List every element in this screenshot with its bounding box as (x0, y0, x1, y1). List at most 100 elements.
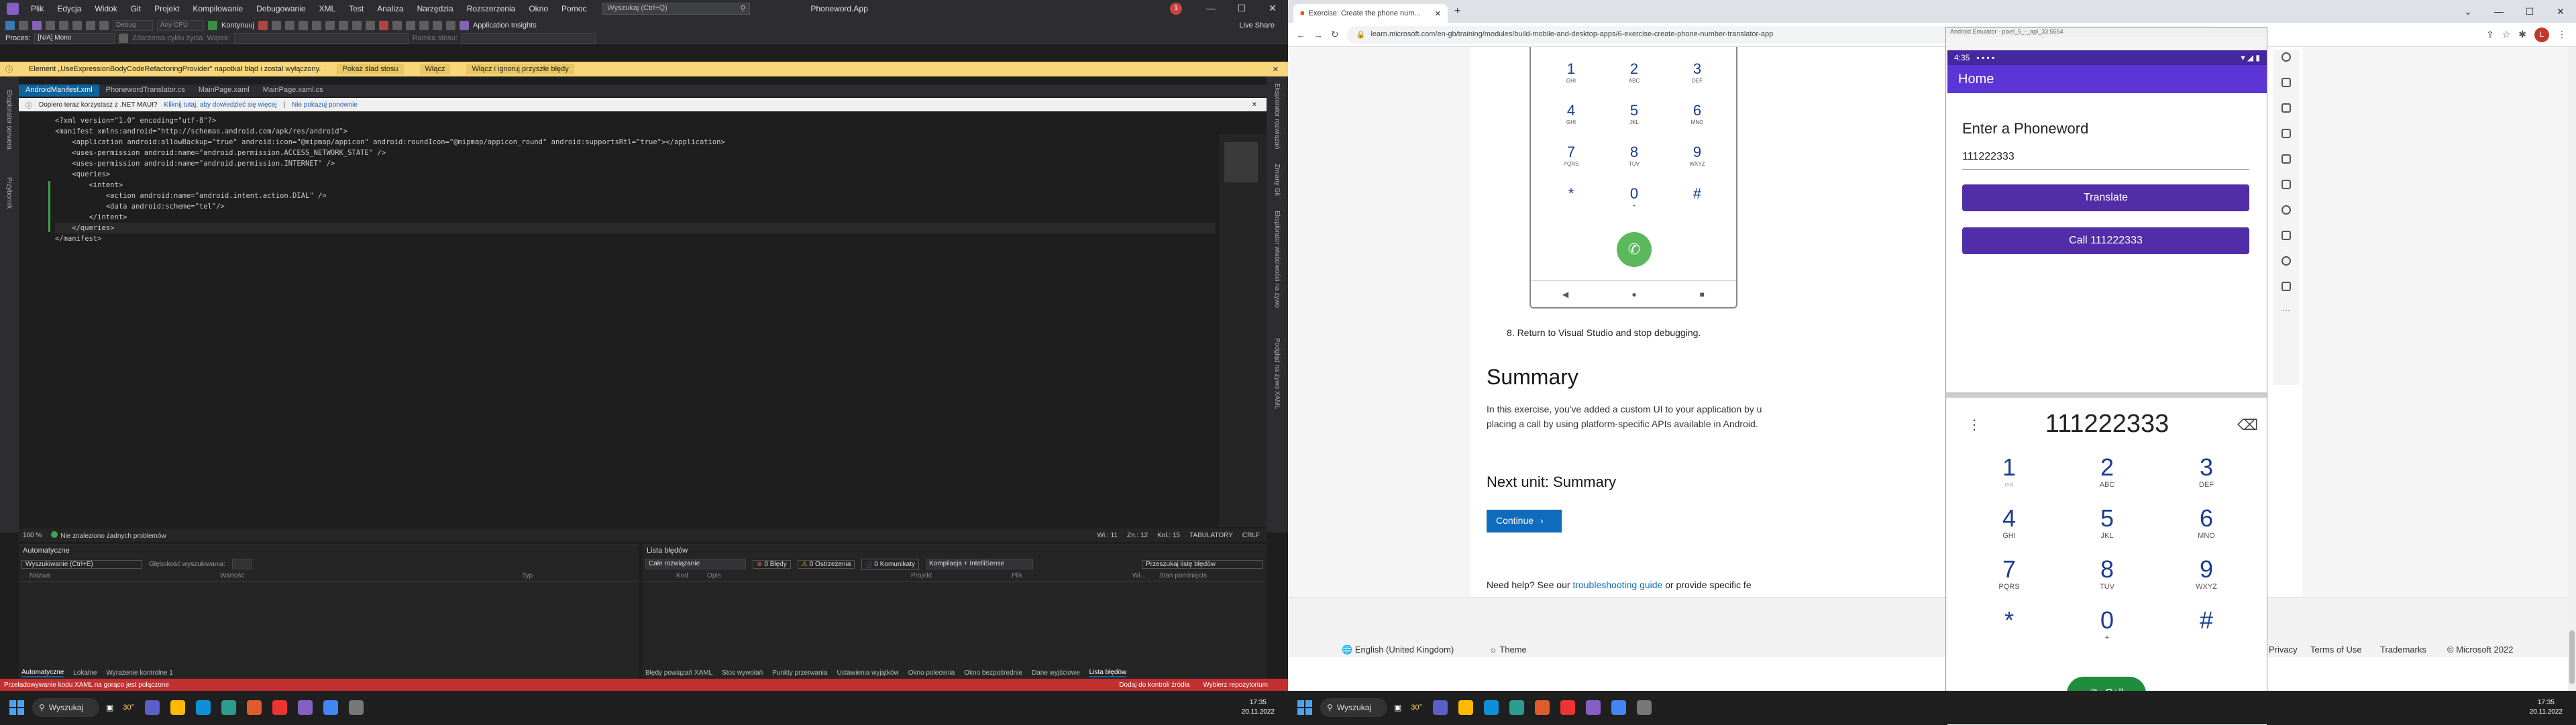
enable-button[interactable]: Włącz (419, 64, 451, 74)
new-item-icon[interactable] (32, 21, 42, 30)
hot-reload-icon[interactable] (258, 21, 268, 30)
step-out-icon[interactable] (445, 21, 455, 30)
tab-autos[interactable]: Automatyczne (21, 669, 64, 677)
maximize-icon[interactable]: ☐ (1226, 3, 1257, 15)
dial-key-1[interactable]: 1 ○○ (1969, 454, 2049, 490)
taskbar-search[interactable]: ⚲ Wyszukaj (1320, 698, 1387, 717)
messages-filter[interactable]: ⓘ 0 Komunikaty (861, 558, 920, 570)
app-insights-icon[interactable] (459, 21, 469, 30)
toolbar-icon-g[interactable] (352, 21, 362, 30)
enable-ignore-button[interactable]: Włącz i ignoruj przyszłe błędy (466, 64, 574, 74)
autos-search-input[interactable]: Wyszukiwanie (Ctrl+E) (21, 559, 142, 569)
add-source-control[interactable]: Dodaj do kontroli źródła (1119, 681, 1189, 689)
solution-explorer-tab[interactable]: Eksplorator rozwiązań (1273, 83, 1281, 149)
continue-icon[interactable] (208, 21, 217, 30)
notification-badge[interactable]: 1 (1170, 3, 1182, 15)
code-line[interactable]: <uses-permission android:name="android.p… (55, 148, 386, 158)
edge-icon[interactable] (1483, 700, 1499, 715)
indent-mode[interactable]: TABULATORY (1189, 532, 1233, 539)
zoom-icon[interactable] (2282, 205, 2291, 215)
menu-analyze[interactable]: Analiza (370, 4, 410, 13)
troubleshooting-link[interactable]: troubleshooting guide (1572, 579, 1662, 590)
visual-studio-icon[interactable] (297, 700, 313, 715)
store-icon[interactable] (221, 700, 236, 715)
tab-mainpage-xaml[interactable]: MainPage.xaml (192, 85, 256, 97)
dial-key-9[interactable]: 9 WXYZ (2166, 556, 2247, 592)
col-suppression[interactable]: Stan pominięcia (1159, 572, 1207, 579)
teams-icon[interactable] (144, 700, 160, 715)
xaml-live-preview-tab[interactable]: Podgląd na żywo XAML (1273, 338, 1281, 409)
tab-watch1[interactable]: Wyrażenie kontrolne 1 (106, 669, 172, 677)
forward-icon[interactable]: → (1313, 30, 1323, 40)
maximize-icon[interactable]: ☐ (2514, 6, 2545, 17)
code-line[interactable]: </intent> (55, 212, 127, 223)
col-value[interactable]: Wartość (220, 572, 522, 579)
task-view-icon[interactable]: ▣ (1394, 703, 1401, 712)
translate-button[interactable]: Translate (1962, 184, 2249, 211)
phoneword-input[interactable]: 111222333 (1962, 151, 2249, 170)
save-all-icon[interactable] (72, 21, 82, 30)
edge-icon[interactable] (195, 700, 211, 715)
server-explorer-tab[interactable]: Eksplorator serwera (5, 90, 13, 150)
emulator-icon[interactable] (348, 700, 364, 715)
continue-button[interactable]: Kontynuuj (221, 21, 254, 30)
code-line[interactable]: <application android:allowBackup="true" … (55, 137, 725, 148)
menu-xml[interactable]: XML (313, 4, 343, 13)
camera-icon[interactable] (2282, 180, 2291, 189)
rotate-right-icon[interactable] (2282, 154, 2291, 164)
chrome-icon[interactable] (1611, 700, 1626, 715)
toolbar-icon-d[interactable] (311, 21, 321, 30)
pause-icon[interactable] (365, 21, 375, 30)
back-icon[interactable] (5, 21, 15, 30)
home-icon[interactable] (2282, 256, 2291, 266)
bookmark-icon[interactable]: ☆ (2502, 29, 2511, 40)
office-icon[interactable] (246, 700, 262, 715)
rotate-left-icon[interactable] (2282, 129, 2291, 138)
platform-dropdown[interactable]: Any CPU (157, 20, 204, 31)
menu-project[interactable]: Projekt (148, 4, 186, 13)
process-dropdown[interactable]: [N/A] Mono (34, 33, 115, 44)
tab-locals[interactable]: Lokalne (73, 669, 97, 677)
search-depth-dropdown[interactable] (231, 559, 252, 569)
app-icon[interactable] (1560, 700, 1575, 715)
code-editor[interactable]: <?xml version="1.0" encoding="utf-8"?> <… (19, 111, 1220, 527)
app-icon[interactable] (272, 700, 287, 715)
errors-filter[interactable]: ⊗ 0 Błędy (753, 559, 791, 569)
editor-minimap[interactable] (1220, 134, 1267, 527)
language-selector[interactable]: 🌐 English (United Kingdom) (1342, 645, 1454, 655)
dial-key-6[interactable]: 6 MNO (2166, 505, 2247, 541)
tab-android-manifest[interactable]: AndroidManifest.xml (19, 85, 99, 97)
close-icon[interactable]: ✕ (2545, 6, 2576, 17)
scope-dropdown[interactable]: Całe rozwiązanie (645, 559, 746, 569)
trademarks-link[interactable]: Trademarks (2380, 645, 2426, 655)
emulator-icon[interactable] (1636, 700, 1652, 715)
code-line[interactable]: <uses-permission android:name="android.p… (55, 158, 335, 169)
code-line[interactable]: </manifest> (55, 233, 102, 244)
col-type[interactable]: Typ (522, 572, 533, 579)
toolbox-tab[interactable]: Przybornik (5, 177, 13, 209)
code-line[interactable]: <intent> (55, 180, 123, 190)
taskbar-clock[interactable]: 17:35 20.11.2022 (1242, 698, 1275, 717)
theme-selector[interactable]: ☼ Theme (1489, 645, 1527, 655)
forward-icon[interactable] (19, 21, 28, 30)
code-line[interactable]: <manifest xmlns:android="http://schemas.… (55, 126, 347, 137)
lifecycle-events[interactable]: Zdarzenia cyklu życia (132, 34, 203, 42)
tab-immediate-window[interactable]: Okno bezpośrednie (964, 669, 1022, 677)
dial-key-hash[interactable]: # (2166, 607, 2247, 634)
show-stack-trace-button[interactable]: Pokaż ślad stosu (337, 64, 404, 74)
tab-breakpoints[interactable]: Punkty przerwania (772, 669, 827, 677)
menu-test[interactable]: Test (342, 4, 370, 13)
close-icon[interactable]: ✕ (1257, 3, 1288, 15)
redo-icon[interactable] (99, 21, 109, 30)
terms-link[interactable]: Terms of Use (2310, 645, 2362, 655)
close-tab-icon[interactable]: ✕ (1435, 9, 1441, 18)
dial-key-7[interactable]: 7 PQRS (1969, 556, 2049, 592)
menu-help[interactable]: Pomoc (555, 4, 593, 13)
menu-window[interactable]: Okno (522, 4, 555, 13)
profile-avatar[interactable]: L (2534, 27, 2549, 42)
start-icon[interactable] (1297, 700, 1312, 715)
weather-widget[interactable]: 30° (1411, 704, 1422, 712)
code-line[interactable]: <data android:scheme="tel"/> (55, 201, 225, 212)
tab-phoneword-translator[interactable]: PhonewordTranslator.cs (99, 85, 192, 97)
menu-tools[interactable]: Narzędzia (411, 4, 460, 13)
